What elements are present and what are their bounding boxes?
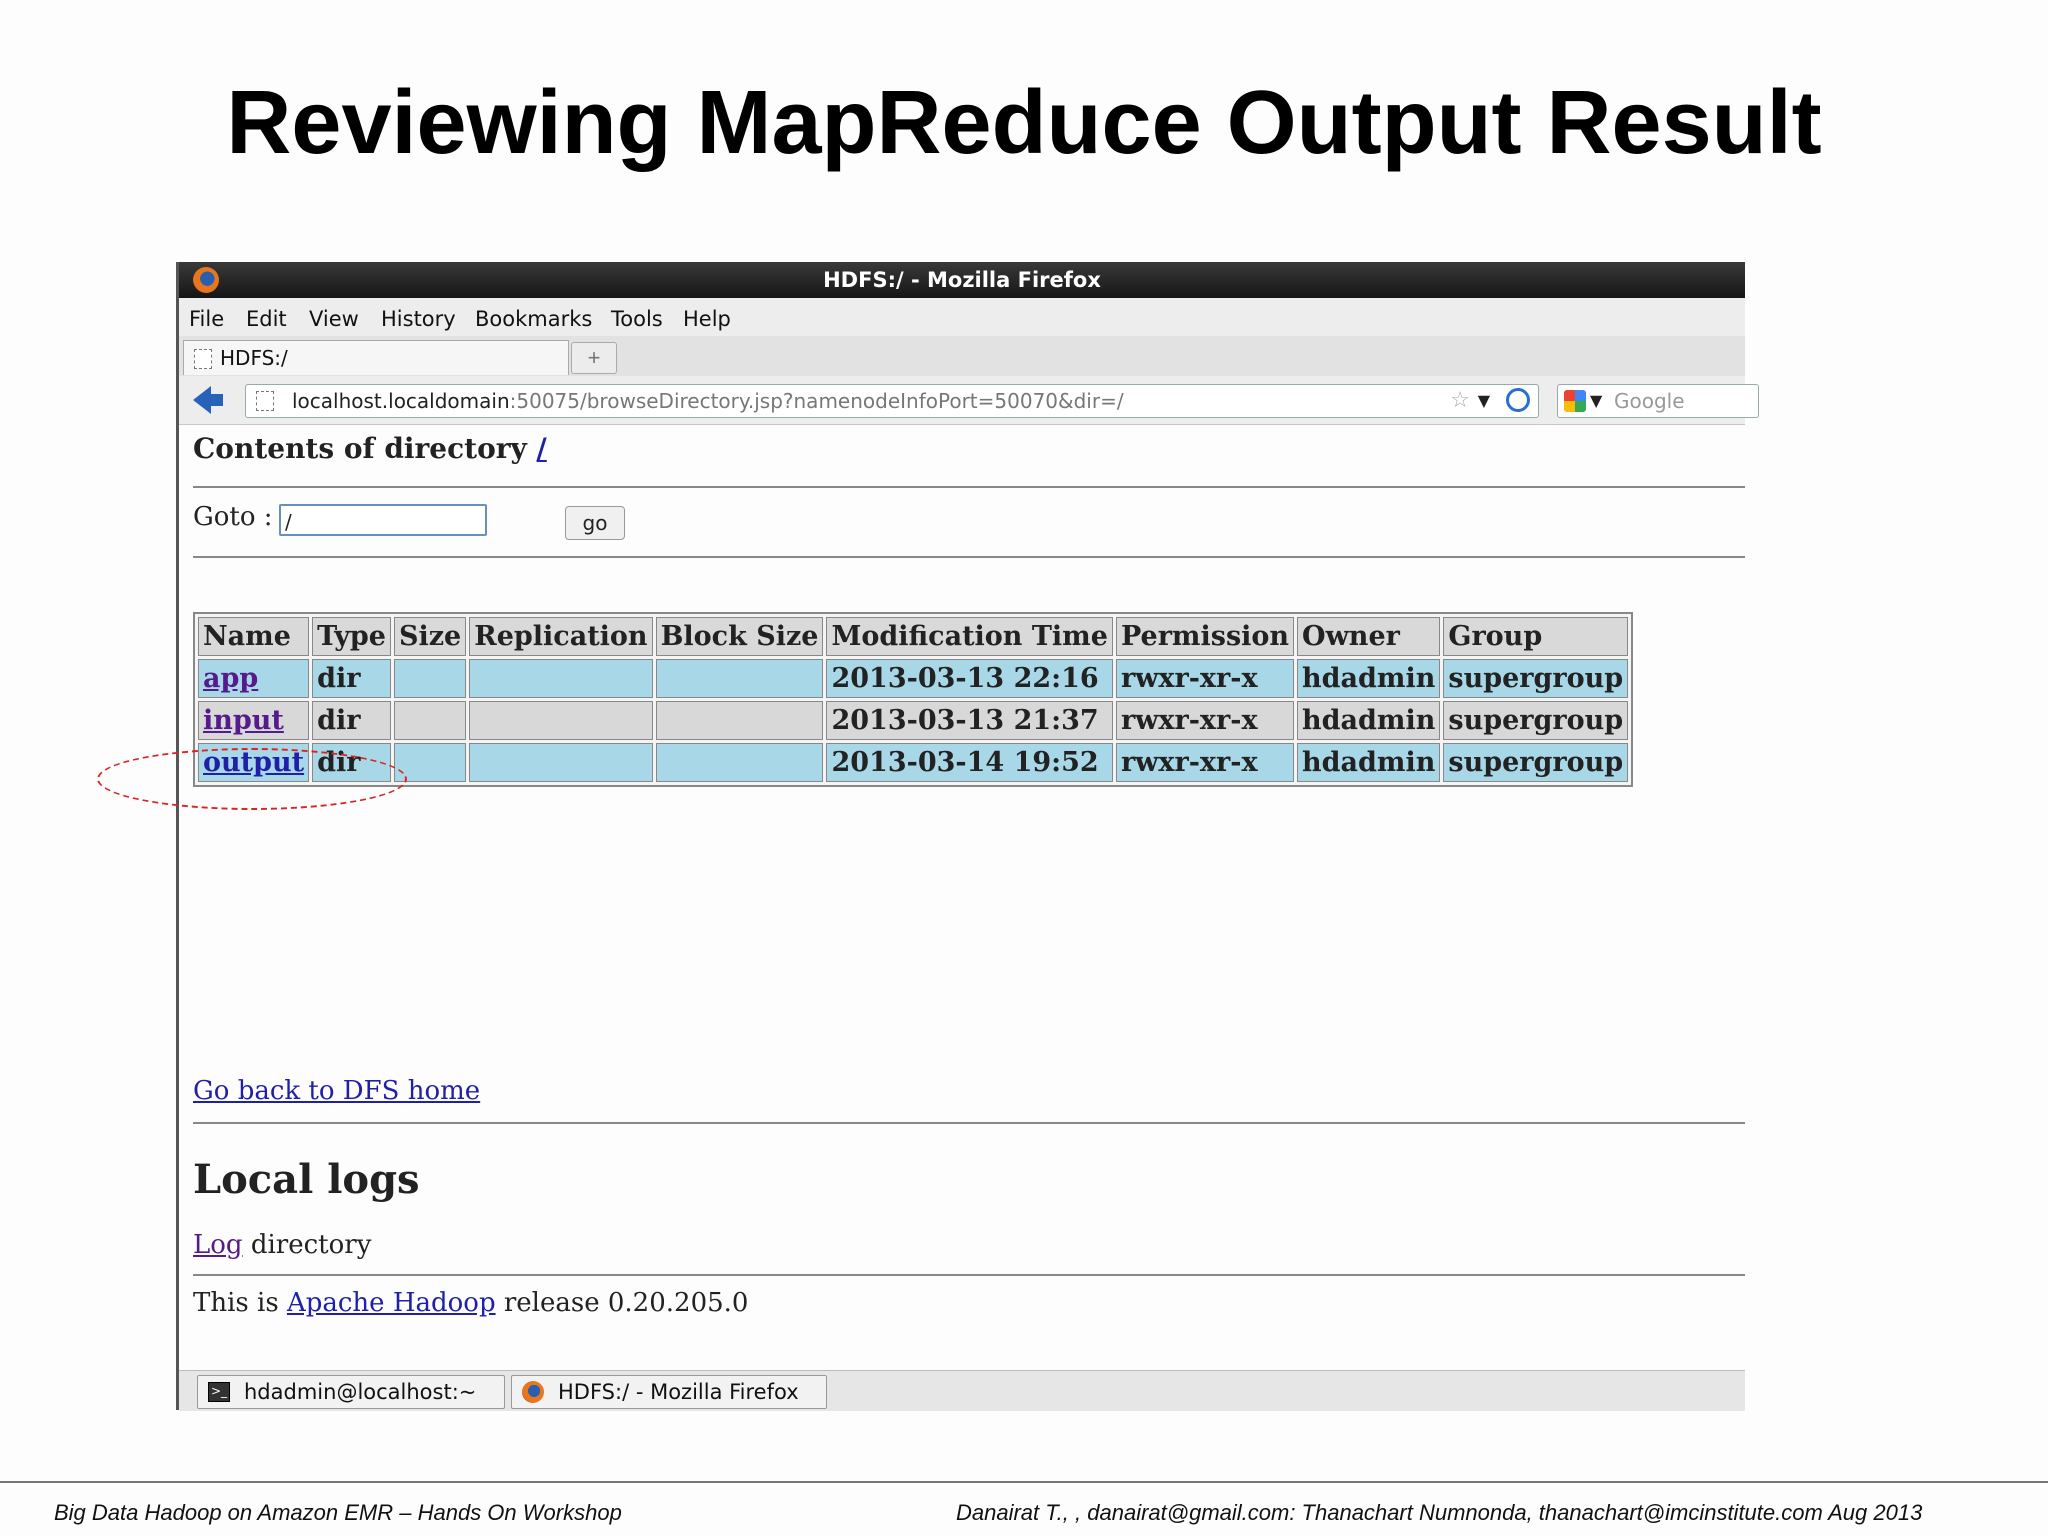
dir-link-input[interactable]: input <box>203 705 284 736</box>
search-placeholder: Google <box>1614 389 1685 413</box>
release-suffix: release 0.20.205.0 <box>495 1288 749 1318</box>
col-type: Type <box>312 617 391 656</box>
site-identity-icon[interactable] <box>256 391 274 411</box>
cell-type: dir <box>312 701 391 740</box>
page-icon <box>194 349 212 369</box>
tab-label: HDFS:/ <box>220 346 288 370</box>
log-suffix: directory <box>242 1230 372 1260</box>
directory-heading-text: Contents of directory <box>193 432 537 465</box>
local-logs-heading: Local logs <box>193 1156 420 1203</box>
taskbar-item-firefox[interactable]: HDFS:/ - Mozilla Firefox <box>511 1375 827 1409</box>
annotation-ellipse <box>97 748 407 810</box>
bookmark-star-icon[interactable]: ☆ <box>1450 385 1470 417</box>
reload-icon[interactable] <box>1506 388 1530 412</box>
cell-block-size <box>655 701 824 740</box>
table-header-row: Name Type Size Replication Block Size Mo… <box>198 617 1629 656</box>
cell-size <box>393 701 467 740</box>
cell-replication <box>469 701 653 740</box>
release-prefix: This is <box>193 1288 287 1318</box>
cell-permission: rwxr-xr-x <box>1115 659 1295 698</box>
divider <box>193 1122 1745 1124</box>
firefox-icon <box>522 1381 544 1403</box>
footer-divider <box>0 1481 2048 1483</box>
taskbar-item-label: hdadmin@localhost:~ <box>244 1380 477 1404</box>
menu-help[interactable]: Help <box>683 307 731 331</box>
cell-owner: hdadmin <box>1297 743 1441 782</box>
col-name: Name <box>198 617 310 656</box>
footer-right: Danairat T., , danairat@gmail.com: Thana… <box>956 1500 1923 1525</box>
cell-permission: rwxr-xr-x <box>1115 743 1295 782</box>
release-line: This is Apache Hadoop release 0.20.205.0 <box>193 1288 748 1318</box>
cell-replication <box>469 659 653 698</box>
cell-owner: hdadmin <box>1297 659 1441 698</box>
terminal-icon <box>208 1375 230 1407</box>
menu-file[interactable]: File <box>189 307 224 331</box>
cell-block-size <box>655 743 824 782</box>
cell-group: supergroup <box>1443 701 1629 740</box>
new-tab-button[interactable]: + <box>571 342 617 374</box>
taskbar: hdadmin@localhost:~ HDFS:/ - Mozilla Fir… <box>179 1370 1745 1411</box>
browser-window: HDFS:/ - Mozilla Firefox File Edit View … <box>176 262 1759 1411</box>
col-modification-time: Modification Time <box>826 617 1113 656</box>
tab-hdfs[interactable]: HDFS:/ <box>183 340 569 375</box>
divider <box>193 556 1745 558</box>
search-engine-dropdown-icon[interactable]: ▼ <box>1590 385 1602 417</box>
col-block-size: Block Size <box>655 617 824 656</box>
firefox-icon <box>193 267 219 293</box>
url-host: localhost.localdomain <box>292 389 510 413</box>
cell-mtime: 2013-03-14 19:52 <box>826 743 1113 782</box>
dir-link-app[interactable]: app <box>203 663 258 694</box>
table-row: app dir 2013-03-13 22:16 rwxr-xr-x hdadm… <box>198 659 1629 698</box>
cell-group: supergroup <box>1443 659 1629 698</box>
cell-permission: rwxr-xr-x <box>1115 701 1295 740</box>
tab-bar: HDFS:/ + <box>179 336 1745 377</box>
taskbar-item-label: HDFS:/ - Mozilla Firefox <box>558 1380 799 1404</box>
url-dropdown-icon[interactable]: ▼ <box>1478 385 1490 417</box>
cell-replication <box>469 743 653 782</box>
divider <box>193 1274 1745 1276</box>
goto-label: Goto : <box>193 502 273 532</box>
menu-bar: File Edit View History Bookmarks Tools H… <box>179 298 1745 336</box>
divider <box>193 486 1745 488</box>
col-replication: Replication <box>469 617 653 656</box>
directory-listing-table: Name Type Size Replication Block Size Mo… <box>193 612 1634 787</box>
col-size: Size <box>393 617 467 656</box>
window-title: HDFS:/ - Mozilla Firefox <box>823 268 1101 292</box>
url-path: :50075/browseDirectory.jsp?namenodeInfoP… <box>509 389 1124 413</box>
col-group: Group <box>1443 617 1629 656</box>
cell-block-size <box>655 659 824 698</box>
navigation-bar: localhost.localdomain:50075/browseDirect… <box>179 376 1759 425</box>
table-row: output dir 2013-03-14 19:52 rwxr-xr-x hd… <box>198 743 1629 782</box>
menu-history[interactable]: History <box>381 307 456 331</box>
menu-bookmarks[interactable]: Bookmarks <box>475 307 592 331</box>
google-icon[interactable] <box>1564 390 1586 412</box>
window-titlebar[interactable]: HDFS:/ - Mozilla Firefox <box>179 262 1745 298</box>
apache-hadoop-link[interactable]: Apache Hadoop <box>287 1288 496 1318</box>
taskbar-item-terminal[interactable]: hdadmin@localhost:~ <box>197 1375 505 1409</box>
cell-owner: hdadmin <box>1297 701 1441 740</box>
search-box[interactable]: ▼ Google <box>1557 384 1759 418</box>
directory-heading: Contents of directory / <box>193 432 547 465</box>
cell-size <box>393 659 467 698</box>
dfs-home-link[interactable]: Go back to DFS home <box>193 1076 480 1106</box>
back-arrow-icon[interactable] <box>193 386 223 414</box>
cell-mtime: 2013-03-13 22:16 <box>826 659 1113 698</box>
log-link[interactable]: Log <box>193 1230 243 1260</box>
col-permission: Permission <box>1115 617 1295 656</box>
col-owner: Owner <box>1297 617 1441 656</box>
slide-title: Reviewing MapReduce Output Result <box>226 73 1822 173</box>
url-bar[interactable]: localhost.localdomain:50075/browseDirect… <box>245 384 1539 418</box>
cell-mtime: 2013-03-13 21:37 <box>826 701 1113 740</box>
go-button[interactable]: go <box>565 506 625 540</box>
menu-tools[interactable]: Tools <box>611 307 663 331</box>
cell-type: dir <box>312 659 391 698</box>
goto-input[interactable]: / <box>279 504 487 536</box>
menu-edit[interactable]: Edit <box>246 307 287 331</box>
footer-left: Big Data Hadoop on Amazon EMR – Hands On… <box>54 1500 622 1525</box>
menu-view[interactable]: View <box>309 307 359 331</box>
directory-root-link[interactable]: / <box>537 432 547 465</box>
cell-group: supergroup <box>1443 743 1629 782</box>
table-row: input dir 2013-03-13 21:37 rwxr-xr-x hda… <box>198 701 1629 740</box>
log-directory-line: Log directory <box>193 1230 371 1260</box>
